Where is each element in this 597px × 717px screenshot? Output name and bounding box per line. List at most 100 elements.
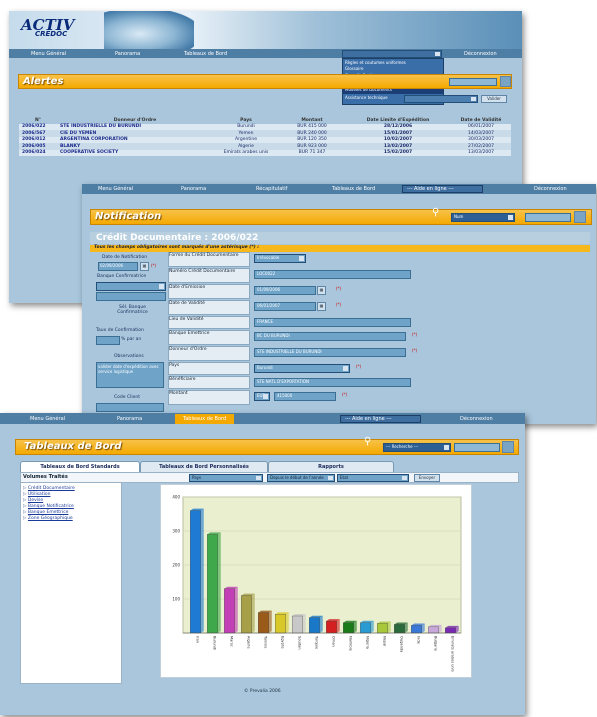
search-input[interactable]: [525, 213, 571, 222]
dropdown-item[interactable]: Glossaire: [345, 66, 363, 71]
report-link[interactable]: ▷ Banque Emettrice: [23, 510, 68, 515]
bar-bulgarie[interactable]: [428, 626, 439, 634]
bar-namibie[interactable]: [343, 622, 354, 634]
x-tick-label: Algerie: [247, 636, 251, 649]
bar-oman[interactable]: [326, 620, 337, 634]
bar-turquie[interactable]: [309, 617, 320, 634]
bar-egypte[interactable]: [275, 614, 286, 634]
search-field-select[interactable]: Num: [451, 213, 515, 222]
report-link[interactable]: ▷ Utilisation: [23, 492, 50, 497]
form-field[interactable]: 06/01/2007: [254, 302, 316, 311]
calendar-icon[interactable]: ▦: [317, 286, 326, 295]
tab-rapports[interactable]: Rapports: [268, 461, 394, 472]
envoyer-button[interactable]: Envoyer: [414, 474, 440, 482]
report-link-label: Utilisation: [27, 492, 51, 497]
footer-copyright: © Prevalia 2006: [244, 689, 281, 694]
credit-subtitle: Crédit Documentaire : 2006/022: [96, 233, 259, 243]
nav-deconnexion[interactable]: Déconnexion: [460, 416, 493, 422]
search-field-select[interactable]: --- Recherche ---: [383, 443, 451, 452]
help-select[interactable]: --- Aide en ligne ---: [402, 185, 483, 193]
form-field[interactable]: Burundi: [254, 364, 350, 373]
notif-titlebar: Notification ⚲ Num: [90, 207, 592, 225]
nav-panorama[interactable]: Panorama: [117, 416, 142, 422]
help-select[interactable]: [342, 50, 442, 58]
nav-deconnexion[interactable]: Déconnexion: [464, 51, 497, 57]
filter-etat[interactable]: Etat: [337, 474, 409, 482]
nav-tableaux-de-bord[interactable]: Tableaux de Bord: [332, 186, 375, 192]
form-field[interactable]: EUR: [254, 392, 270, 401]
form-field[interactable]: BC DU BURUNDI: [254, 332, 406, 341]
search-icon[interactable]: ⚲: [432, 207, 439, 218]
bar-side: [319, 615, 323, 633]
filter-pays[interactable]: Pays: [189, 474, 263, 482]
search-input[interactable]: [454, 443, 500, 452]
bar-algerie[interactable]: [241, 595, 252, 634]
required-star: (*): [336, 302, 342, 307]
nav-menu-general[interactable]: Menu Général: [31, 51, 66, 57]
help-select[interactable]: --- Aide en ligne ---: [340, 414, 421, 423]
banque-confirmatrice-input[interactable]: [96, 292, 166, 301]
main-nav: Menu Général Panorama Tableaux de Bord D…: [9, 49, 522, 58]
code-client-input[interactable]: [96, 403, 164, 412]
tab-standards[interactable]: Tableaux de Bord Standards: [20, 461, 140, 472]
nav-menu-general[interactable]: Menu Général: [98, 186, 133, 192]
form-field[interactable]: STE INDUSTRIELLE DU BURUNDI: [254, 348, 406, 357]
search-go-button[interactable]: [574, 211, 586, 223]
filter-periode-value: Depuis le début de l'année: [270, 475, 324, 480]
mandatory-note: Tous les champs obligatoires sont marqué…: [94, 245, 260, 250]
bar-tunisie[interactable]: [258, 612, 269, 634]
bar-emirats-arabes-unis[interactable]: [445, 627, 456, 634]
banque-confirmatrice-select[interactable]: [96, 282, 166, 291]
required-star: (*): [151, 263, 157, 268]
x-tick-label: Tunisie: [264, 635, 268, 649]
dropdown-item[interactable]: Règles et coutumes uniformes: [345, 60, 406, 65]
nav-menu-general[interactable]: Menu Général: [30, 416, 65, 422]
search-go-button[interactable]: [502, 441, 514, 453]
x-tick-label: Egypte: [281, 636, 285, 649]
bar-maroc[interactable]: [224, 588, 235, 634]
form-field[interactable]: Irrévocable: [254, 254, 306, 263]
montant-input[interactable]: 415000: [274, 392, 336, 401]
table-row[interactable]: 2006/024 COOPERATIVE SOCIETY Emirats arabe…: [19, 149, 511, 156]
tab-personnalises[interactable]: Tableaux de Bord Personnalisés: [140, 461, 268, 472]
form-field[interactable]: LOC0022: [254, 270, 411, 279]
observations-textarea[interactable]: valider date d'expédition avec service l…: [96, 362, 164, 388]
bar-soudan[interactable]: [292, 615, 303, 634]
form-field[interactable]: FRANCE: [254, 318, 411, 327]
mandatory-bar: Tous les champs obligatoires sont marqué…: [90, 245, 590, 252]
calendar-icon[interactable]: ▦: [140, 262, 149, 271]
report-link[interactable]: ▷ Zone Géographique: [23, 516, 73, 521]
bar-nepal[interactable]: [377, 623, 388, 634]
report-link[interactable]: ▷ Banque Notificatrice: [23, 504, 74, 509]
valider-button[interactable]: Valider: [481, 95, 507, 103]
taux-input[interactable]: [96, 336, 120, 345]
alerts-filter-select[interactable]: [404, 95, 478, 103]
bar-inde[interactable]: [411, 625, 422, 634]
nav-recapitulatif[interactable]: Récapitulatif: [256, 186, 287, 192]
section-title: Volumes Traités: [23, 474, 68, 480]
nav-panorama[interactable]: Panorama: [181, 186, 206, 192]
search-go-button[interactable]: [500, 76, 511, 87]
nav-panorama[interactable]: Panorama: [115, 51, 140, 57]
nav-tableaux-de-bord[interactable]: Tableaux de Bord: [184, 51, 227, 57]
form-panel: Forme du Crédit Documentaire Irrévocable N…: [168, 252, 588, 422]
filter-periode[interactable]: Depuis le début de l'année: [267, 474, 335, 482]
notif-date-input[interactable]: 02/09/2006: [98, 262, 138, 271]
bar-iran[interactable]: [190, 510, 201, 634]
bar-burundi[interactable]: [207, 534, 218, 634]
report-link[interactable]: ▷ Crédit Documentaire: [23, 486, 75, 491]
bar-nigeria[interactable]: [360, 622, 371, 634]
report-link[interactable]: ▷ Devise: [23, 498, 43, 503]
sel-banque-label: Sél. Banque Confirmatrice: [117, 305, 148, 315]
calendar-icon[interactable]: ▦: [317, 302, 326, 311]
form-field[interactable]: STE NATL D'EXPORTATION: [254, 378, 411, 387]
search-input[interactable]: [449, 78, 497, 86]
dropdown-item[interactable]: Assistance technique: [345, 95, 388, 100]
y-tick-label: 400: [172, 495, 180, 500]
nav-deconnexion[interactable]: Déconnexion: [534, 186, 567, 192]
bar-ouganda[interactable]: [394, 624, 405, 634]
form-field-value: LOC0022: [257, 271, 276, 276]
nav-tableaux-de-bord-active[interactable]: Tableaux de Bord: [175, 413, 235, 424]
search-icon[interactable]: ⚲: [364, 436, 371, 447]
form-field[interactable]: 01/09/2006: [254, 286, 316, 295]
